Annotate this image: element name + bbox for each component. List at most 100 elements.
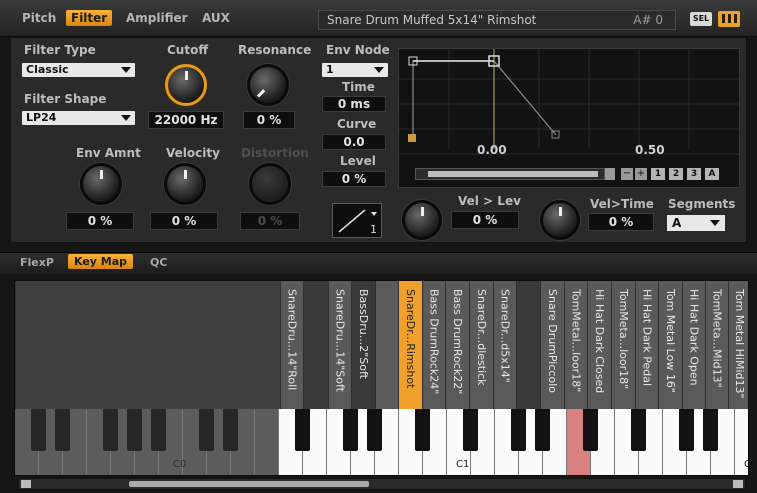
sample-slot-selected[interactable]: SnareDr...Rimshot <box>398 281 422 409</box>
zoom-out-icon[interactable]: − <box>621 168 633 180</box>
key-map[interactable]: SnareDru...14"Roll SnareDru...14"Soft Ba… <box>14 280 749 476</box>
piano-black-key[interactable] <box>127 409 142 451</box>
filter-shape-select[interactable]: LP24 <box>22 111 135 125</box>
tab-qc[interactable]: QC <box>150 256 167 269</box>
sample-slot[interactable]: Snare DrumPiccolo <box>540 281 564 409</box>
tab-filter[interactable]: Filter <box>66 10 113 26</box>
sample-slot[interactable]: TomMetal...loor18" <box>564 281 587 409</box>
sample-slot[interactable]: TomMeta...Mid13" <box>705 281 728 409</box>
piano-black-key[interactable] <box>367 409 382 451</box>
preset-name-field[interactable]: Snare Drum Muffed 5x14" Rimshot A# 0 <box>318 10 676 30</box>
sample-slot[interactable]: Bass DrumRock22" <box>445 281 469 409</box>
sample-name: SnareDr...dlestick <box>475 289 488 386</box>
sample-slot[interactable]: Hi Hat Dark Closed <box>587 281 611 409</box>
sample-slot[interactable] <box>516 281 540 409</box>
envelope-svg <box>399 49 739 155</box>
scroll-right-icon[interactable] <box>605 168 615 180</box>
keyboard-icon[interactable] <box>718 11 740 27</box>
scroll-thumb[interactable] <box>129 481 369 487</box>
scroll-thumb[interactable] <box>428 171 598 177</box>
piano-black-key[interactable] <box>703 409 718 451</box>
sample-slot[interactable]: Bass DrumRock24" <box>422 281 445 409</box>
env-node-label: Env Node <box>326 43 390 57</box>
curve-label: Curve <box>337 117 377 131</box>
time-mark-0: 0.00 <box>477 143 507 157</box>
tab-aux[interactable]: AUX <box>202 11 230 25</box>
sample-slot[interactable]: SnareDru...14"Roll <box>280 281 303 409</box>
scroll-left-icon[interactable] <box>21 480 31 488</box>
resonance-knob[interactable] <box>247 64 289 106</box>
sample-slot[interactable]: SnareDru...14"Soft <box>328 281 351 409</box>
piano-black-key[interactable] <box>535 409 550 451</box>
piano-black-key[interactable] <box>631 409 646 451</box>
envelope-scrollbar[interactable] <box>415 168 605 180</box>
curve-value[interactable]: 0.0 <box>322 134 386 150</box>
zoom-in-icon[interactable]: + <box>635 168 647 180</box>
cutoff-knob[interactable] <box>165 64 207 106</box>
chevron-down-icon <box>710 220 720 226</box>
vel-time-knob[interactable] <box>540 200 580 240</box>
vel-lev-value[interactable]: 0 % <box>451 211 519 229</box>
piano-black-key[interactable] <box>415 409 430 451</box>
env-button-1[interactable]: 1 <box>651 168 665 180</box>
chevron-down-icon <box>374 67 384 73</box>
sample-name: TomMetal...loor18" <box>569 289 583 393</box>
velocity-knob[interactable] <box>164 163 206 205</box>
env-amnt-value[interactable]: 0 % <box>66 212 134 230</box>
level-value[interactable]: 0 % <box>322 171 386 187</box>
tab-flexp[interactable]: FlexP <box>20 256 54 269</box>
env-button-3[interactable]: 3 <box>687 168 701 180</box>
time-value[interactable]: 0 ms <box>322 96 386 112</box>
tab-pitch[interactable]: Pitch <box>22 11 56 25</box>
sample-slot[interactable]: Tom Metal HiMid13" <box>728 281 748 409</box>
empty-slot-area <box>15 281 280 409</box>
vel-time-value[interactable]: 0 % <box>588 213 654 231</box>
env-button-2[interactable]: 2 <box>669 168 683 180</box>
cutoff-value[interactable]: 22000 Hz <box>148 111 224 129</box>
piano-black-key[interactable] <box>103 409 118 451</box>
piano-black-key[interactable] <box>511 409 526 451</box>
keymap-scrollbar[interactable] <box>18 478 746 490</box>
piano-black-key[interactable] <box>55 409 70 451</box>
tab-amplifier[interactable]: Amplifier <box>126 11 188 25</box>
sel-button[interactable]: SEL <box>690 12 712 26</box>
filter-shape-label: Filter Shape <box>24 92 107 106</box>
env-node-select[interactable]: 1 <box>322 63 388 77</box>
curve-type-selector[interactable]: 1 <box>332 203 382 238</box>
sample-slot[interactable]: Hi Hat Dark Open <box>682 281 705 409</box>
sample-name: Snare DrumPiccolo <box>546 289 559 393</box>
piano-black-key[interactable] <box>223 409 238 451</box>
velocity-value[interactable]: 0 % <box>150 212 218 230</box>
piano-black-key[interactable] <box>199 409 214 451</box>
envelope-graph[interactable]: 0.00 0.50 − + 1 2 3 A <box>398 48 740 188</box>
segments-select[interactable]: A <box>667 215 725 231</box>
resonance-value[interactable]: 0 % <box>243 111 295 129</box>
sample-slot[interactable]: TomMeta...loor18" <box>611 281 635 409</box>
piano-black-key[interactable] <box>151 409 166 451</box>
piano-black-key[interactable] <box>463 409 478 451</box>
env-amnt-knob[interactable] <box>80 163 122 205</box>
sample-slot[interactable] <box>303 281 328 409</box>
filter-type-select[interactable]: Classic <box>22 63 135 77</box>
curve-type-number: 1 <box>370 223 377 236</box>
sample-slot[interactable] <box>375 281 398 409</box>
sample-slot[interactable]: SnareDr...dlestick <box>469 281 493 409</box>
scroll-right-icon[interactable] <box>733 480 743 488</box>
sample-slot[interactable]: BassDru...2"Soft <box>351 281 375 409</box>
sample-slot[interactable]: Hi Hat Dark Pedal <box>635 281 658 409</box>
knob-indicator <box>420 207 424 216</box>
env-button-a[interactable]: A <box>705 168 719 180</box>
filter-type-value: Classic <box>26 63 69 76</box>
sample-slot[interactable]: SnareDr...d5x14" <box>493 281 516 409</box>
sample-slot[interactable]: Tom Metal Low 16" <box>658 281 682 409</box>
piano-black-key[interactable] <box>679 409 694 451</box>
piano-black-key[interactable] <box>583 409 598 451</box>
piano-black-key[interactable] <box>343 409 358 451</box>
tab-key-map[interactable]: Key Map <box>68 254 134 269</box>
piano-black-key[interactable] <box>31 409 46 451</box>
piano-key[interactable] <box>255 409 279 475</box>
preset-note: A# 0 <box>633 13 663 27</box>
piano-black-key[interactable] <box>295 409 310 451</box>
vel-lev-knob[interactable] <box>402 200 442 240</box>
key-label-c0: C0 <box>173 459 187 470</box>
